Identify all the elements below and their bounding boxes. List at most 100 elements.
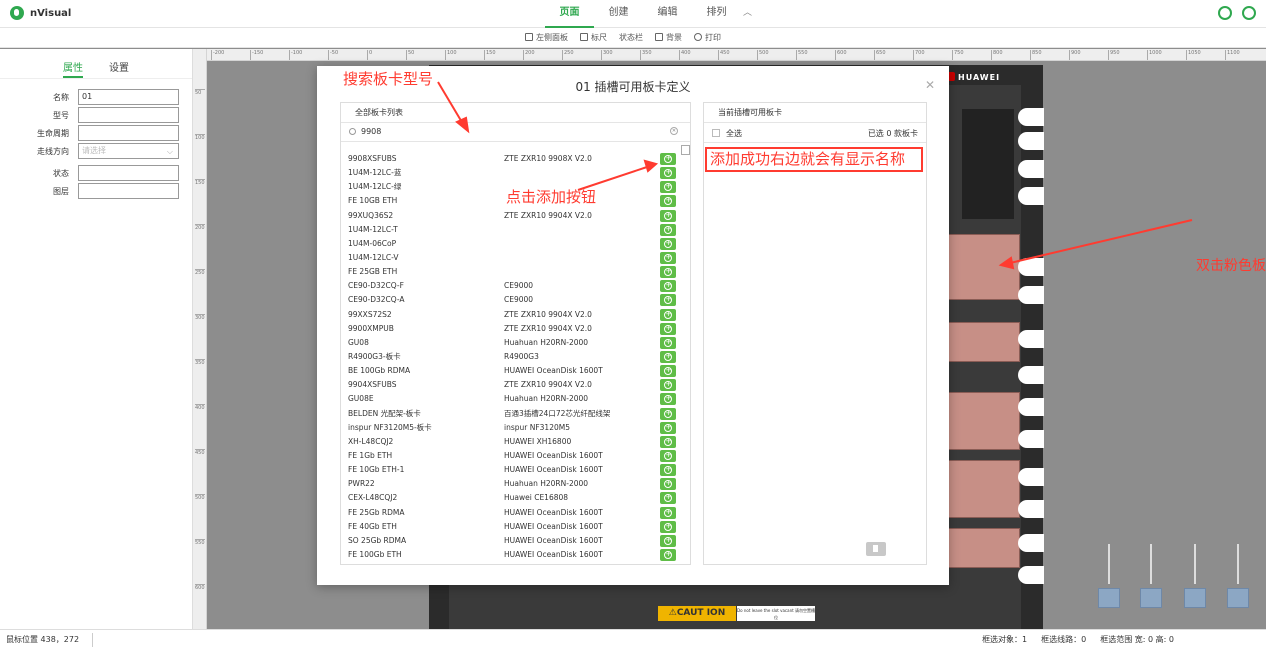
- add-card-button[interactable]: [660, 421, 676, 434]
- card-device: HUAWEI OceanDisk 1600T: [504, 465, 603, 475]
- add-card-button[interactable]: [660, 435, 676, 448]
- card-list-item: FE 100Gb ETH HUAWEI OceanDisk 1600T: [341, 548, 690, 562]
- add-card-button[interactable]: [660, 506, 676, 519]
- model-input[interactable]: [78, 107, 179, 123]
- add-card-button[interactable]: [660, 223, 676, 236]
- tab-edit[interactable]: 编辑: [643, 0, 692, 28]
- add-card-button[interactable]: [660, 209, 676, 222]
- card-model: 9900XMPUB: [348, 323, 394, 333]
- add-card-button[interactable]: [660, 548, 676, 561]
- slot-card-definition-dialog: 01 插槽可用板卡定义 ✕ 全部板卡列表 9908 ✕ 9908XSFUBS ZT…: [317, 66, 949, 585]
- add-card-button[interactable]: [660, 251, 676, 264]
- card-device: 百通3插槽24口72芯光纤配线架: [504, 408, 611, 418]
- ruler-tick: 250: [562, 50, 574, 60]
- rack-slot-vent: [962, 109, 1014, 219]
- card-device: Huahuan H20RN-2000: [504, 479, 589, 489]
- collapse-chevron-icon[interactable]: ︿: [741, 0, 752, 28]
- card-list-item: PWR22 Huahuan H20RN-2000: [341, 477, 690, 491]
- statusbar-toggle[interactable]: 状态栏: [619, 31, 643, 45]
- ruler-tick: 550: [195, 539, 205, 546]
- card-device: Huahuan H20RN-2000: [504, 394, 589, 404]
- background-toggle[interactable]: 背景: [655, 31, 682, 45]
- card-list-item: R4900G3-板卡 R4900G3: [341, 350, 690, 364]
- add-card-button[interactable]: [660, 180, 676, 194]
- settings-icon[interactable]: [1218, 6, 1232, 20]
- field-model-row: 型号: [0, 107, 193, 123]
- tab-properties[interactable]: 属性: [63, 59, 83, 78]
- card-model: PWR22: [348, 479, 375, 489]
- add-card-button[interactable]: [660, 265, 676, 279]
- add-card-button[interactable]: [660, 279, 676, 293]
- app-logo: nVisual: [10, 6, 71, 20]
- status-bar: 鼠标位置 438，272 框选对象：1 框选线路：0 框选范围 宽: 0 高: …: [0, 629, 1266, 650]
- ruler-tick: 1000: [1147, 50, 1162, 60]
- print-button[interactable]: 打印: [694, 31, 721, 45]
- user-avatar-icon[interactable]: [1242, 6, 1256, 20]
- ruler-tick: 300: [195, 314, 205, 321]
- add-card-button[interactable]: [660, 194, 676, 208]
- ruler-tick: 1100: [1225, 50, 1240, 60]
- pink-card-slot[interactable]: [948, 392, 1020, 450]
- add-card-button[interactable]: [660, 407, 676, 420]
- selected-objects: 框选对象：1: [982, 635, 1028, 644]
- name-input[interactable]: 01: [78, 89, 179, 105]
- select-all-checkbox[interactable]: [712, 129, 720, 137]
- caution-note: Do not leave the slot vacant 请勿空置槽位: [737, 606, 815, 621]
- add-card-button[interactable]: [660, 350, 676, 363]
- add-card-button[interactable]: [660, 378, 676, 392]
- card-device: ZTE ZXR10 9904X V2.0: [504, 380, 592, 390]
- add-card-button[interactable]: [660, 152, 676, 165]
- layer-input[interactable]: [78, 183, 179, 199]
- add-card-button[interactable]: [660, 166, 676, 180]
- delete-icon[interactable]: [866, 542, 886, 556]
- tab-create[interactable]: 创建: [594, 0, 643, 28]
- clear-icon[interactable]: ✕: [670, 127, 678, 135]
- add-card-button[interactable]: [660, 463, 676, 477]
- field-direction-row: 走线方向 请选择 ⌵: [0, 143, 193, 159]
- ruler-tick: 650: [874, 50, 886, 60]
- card-model: FE 10Gb ETH-1: [348, 465, 405, 475]
- add-card-button[interactable]: [660, 308, 676, 321]
- card-model: SO 25Gb RDMA: [348, 535, 407, 545]
- add-card-button[interactable]: [660, 336, 676, 349]
- port-indicator: [1183, 540, 1207, 620]
- print-icon: [694, 33, 702, 41]
- card-list-item: 1U4M-06CoP: [341, 237, 690, 251]
- ruler-toggle[interactable]: 标尺: [580, 31, 607, 45]
- pink-card-slot[interactable]: [948, 322, 1020, 362]
- add-card-button[interactable]: [660, 520, 676, 533]
- search-input[interactable]: 9908: [361, 127, 381, 136]
- panel-icon: [525, 33, 533, 41]
- direction-select[interactable]: 请选择 ⌵: [78, 143, 179, 159]
- pink-card-slot[interactable]: [948, 528, 1020, 568]
- background-icon: [655, 33, 663, 41]
- add-card-button[interactable]: [660, 237, 676, 250]
- add-card-button[interactable]: [660, 392, 676, 406]
- card-model: R4900G3-板卡: [348, 351, 401, 361]
- lifecycle-input[interactable]: [78, 125, 179, 141]
- add-card-button[interactable]: [660, 477, 676, 491]
- tab-settings[interactable]: 设置: [109, 59, 129, 78]
- tab-arrange[interactable]: 排列: [692, 0, 741, 28]
- close-icon[interactable]: ✕: [925, 78, 935, 92]
- add-card-button[interactable]: [660, 364, 676, 378]
- add-card-button[interactable]: [660, 322, 676, 335]
- port-indicator: [1139, 540, 1163, 620]
- ruler-tick: 550: [796, 50, 808, 60]
- card-model: XH-L48CQJ2: [348, 436, 394, 446]
- add-card-button[interactable]: [660, 449, 676, 462]
- status-input[interactable]: [78, 165, 179, 181]
- all-cards-header: 全部板卡列表: [341, 103, 690, 123]
- add-card-button[interactable]: [660, 534, 676, 547]
- card-list-item: BELDEN 光配架-板卡 百通3插槽24口72芯光纤配线架: [341, 407, 690, 421]
- pink-card-slot[interactable]: [948, 234, 1020, 300]
- add-card-button[interactable]: [660, 491, 676, 505]
- ruler-tick: 500: [757, 50, 769, 60]
- card-list-item: 9908XSFUBS ZTE ZXR10 9908X V2.0: [341, 152, 690, 166]
- card-device: R4900G3: [504, 351, 539, 361]
- tab-page[interactable]: 页面: [545, 0, 594, 28]
- pink-card-slot[interactable]: [948, 460, 1020, 518]
- add-card-button[interactable]: [660, 293, 676, 307]
- left-panel-toggle[interactable]: 左侧面板: [525, 31, 568, 45]
- ruler-tick: 450: [195, 449, 205, 456]
